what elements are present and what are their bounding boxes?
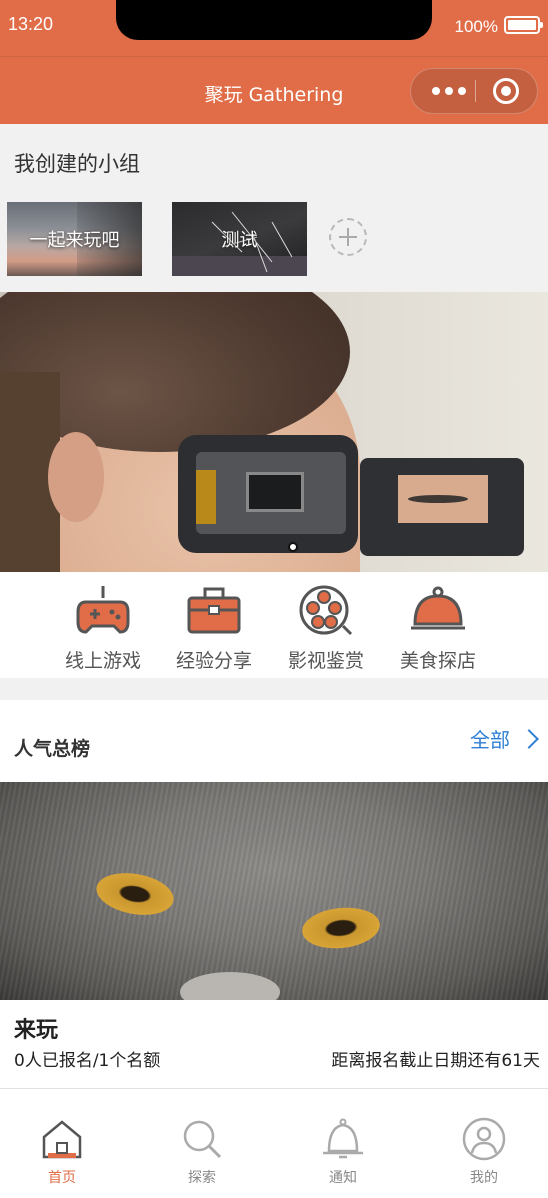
tab-label: 首页: [48, 1170, 76, 1186]
tab-explore[interactable]: 探索: [162, 1117, 242, 1187]
home-icon: [42, 1120, 82, 1159]
tab-bar: 首页 探索 通知 我的: [0, 1088, 548, 1198]
category-label: 线上游戏: [64, 650, 141, 672]
my-groups-title: 我创建的小组: [14, 152, 140, 176]
view-all-link[interactable]: 全部: [470, 724, 539, 753]
banner-image[interactable]: [0, 292, 548, 572]
activity-name[interactable]: 来玩: [14, 1012, 58, 1044]
status-time: 13:20: [8, 14, 54, 34]
tab-profile[interactable]: 我的: [444, 1117, 524, 1187]
section-title: 人气总榜: [14, 738, 91, 760]
top-bar: 13:20 100% 聚玩 Gathering: [0, 0, 548, 124]
category-row: 线上游戏 经验分享 影视鉴赏 美食探店: [0, 572, 548, 678]
group-card[interactable]: 测试: [172, 202, 307, 276]
signup-count: 0人已报名/1个名额: [14, 1051, 161, 1071]
activity-cover-image[interactable]: [0, 782, 548, 1000]
battery-icon: [504, 16, 543, 34]
briefcase-icon: [187, 587, 241, 634]
category-food-exploration[interactable]: 美食探店: [388, 584, 488, 673]
device-notch: [116, 0, 432, 40]
search-icon: [183, 1120, 222, 1159]
film-reel-icon: [299, 585, 353, 636]
group-card-label: 测试: [221, 230, 258, 251]
target-icon[interactable]: [493, 78, 519, 104]
mini-program-capsule: [410, 68, 538, 114]
tab-notifications[interactable]: 通知: [303, 1117, 383, 1187]
gamepad-icon: [76, 586, 130, 634]
category-label: 影视鉴赏: [287, 650, 364, 672]
group-card-label: 一起来玩吧: [29, 230, 120, 251]
category-film-appreciation[interactable]: 影视鉴赏: [276, 584, 376, 673]
user-icon: [462, 1117, 506, 1161]
tab-label: 我的: [470, 1170, 498, 1186]
food-cloche-icon: [411, 586, 465, 630]
battery-percent: 100%: [454, 17, 498, 36]
category-experience-sharing[interactable]: 经验分享: [164, 584, 264, 673]
banner-indicator-dot[interactable]: [288, 542, 298, 552]
category-label: 美食探店: [399, 650, 476, 672]
view-all-label: 全部: [470, 728, 510, 752]
bell-icon: [323, 1118, 363, 1159]
category-online-games[interactable]: 线上游戏: [53, 584, 153, 673]
group-card[interactable]: 一起来玩吧: [7, 202, 142, 276]
tab-label: 通知: [329, 1170, 357, 1186]
tab-home[interactable]: 首页: [22, 1117, 102, 1187]
deadline-text: 距离报名截止日期还有61天: [331, 1051, 540, 1071]
category-label: 经验分享: [175, 650, 252, 672]
popular-section: 人气总榜 全部 来玩 0人已报名/1个名额 距离报名截止日期还有61天: [0, 700, 548, 1088]
plus-circle-icon[interactable]: [329, 218, 367, 256]
chevron-right-icon: [519, 728, 539, 749]
tab-label: 探索: [188, 1170, 216, 1186]
more-dots-icon[interactable]: [425, 69, 473, 113]
